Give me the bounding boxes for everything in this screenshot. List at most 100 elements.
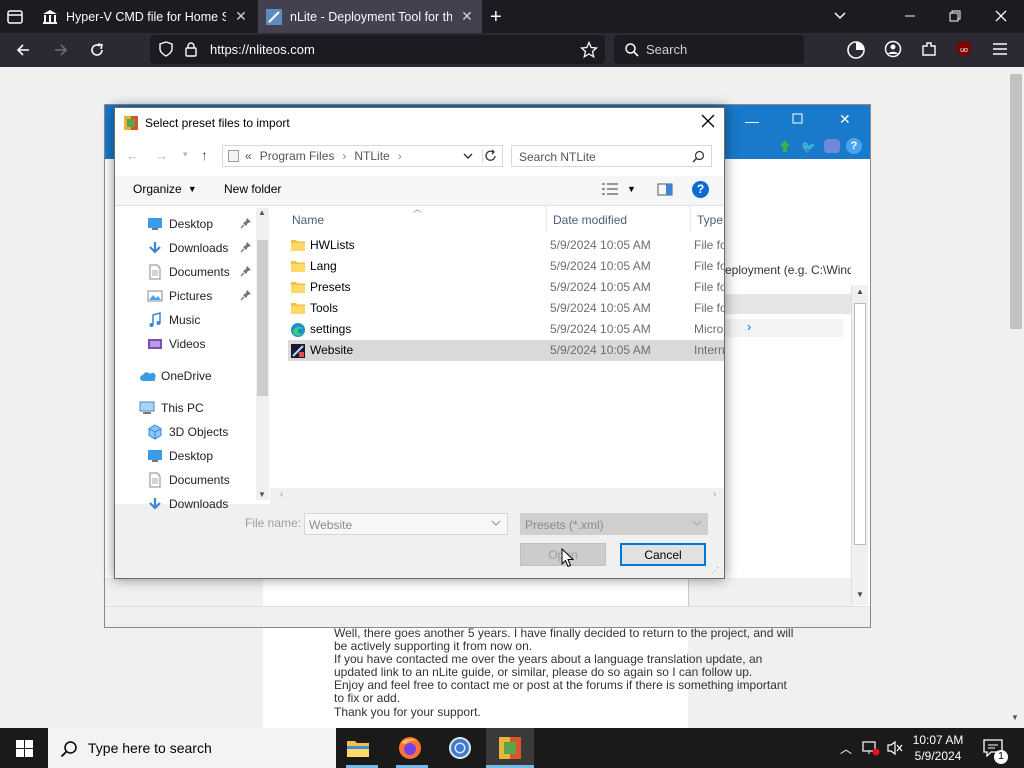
ntlite-scrollbar[interactable]: ▲ ▼: [851, 285, 868, 605]
expand-chevron-icon[interactable]: ›: [747, 319, 751, 334]
file-row[interactable]: Presets 5/9/2024 10:05 AM File fo: [288, 277, 724, 298]
ntlite-update-arrow-icon[interactable]: [779, 139, 791, 153]
firefox-icon[interactable]: [398, 736, 422, 760]
windows-start-icon[interactable]: [16, 740, 33, 757]
network-icon[interactable]: [862, 740, 880, 756]
breadcrumb-overflow[interactable]: «: [245, 149, 252, 163]
lock-icon[interactable]: [184, 41, 198, 57]
organize-button[interactable]: Organize ▼: [133, 182, 197, 196]
scroll-left-icon[interactable]: ‹: [280, 489, 283, 500]
resize-grip-icon[interactable]: ⋰: [711, 566, 719, 575]
close-tab-icon[interactable]: ✕: [234, 8, 248, 25]
file-row[interactable]: Website 5/9/2024 10:05 AM Intern: [288, 340, 724, 361]
cancel-button[interactable]: Cancel: [620, 543, 706, 566]
close-tab-icon[interactable]: ✕: [460, 8, 474, 25]
new-tab-icon[interactable]: +: [490, 6, 502, 29]
nav-item-onedrive[interactable]: OneDrive: [139, 364, 249, 388]
help-icon[interactable]: ?: [692, 181, 709, 198]
ntlite-maximize-icon[interactable]: [792, 113, 804, 125]
show-hidden-icons-icon[interactable]: ︿: [840, 740, 852, 757]
dialog-search-input[interactable]: Search NTLite: [511, 145, 712, 167]
back-icon[interactable]: [14, 41, 32, 59]
file-explorer-icon[interactable]: [346, 737, 370, 759]
breadcrumb-item[interactable]: NTLite: [354, 149, 389, 163]
help-icon[interactable]: ?: [846, 138, 862, 154]
file-type-select[interactable]: Presets (*.xml): [520, 513, 708, 535]
clock[interactable]: 10:07 AM 5/9/2024: [908, 732, 968, 764]
column-date-modified[interactable]: Date modified: [553, 213, 627, 227]
bookmark-star-icon[interactable]: [580, 41, 598, 59]
reload-icon[interactable]: [88, 41, 106, 59]
menu-icon[interactable]: [991, 41, 1009, 57]
nav-item-music[interactable]: Music: [147, 308, 257, 332]
page-scrollbar[interactable]: ▲ ▼: [1008, 67, 1024, 728]
file-row[interactable]: settings 5/9/2024 10:05 AM Micro: [288, 319, 724, 340]
up-folder-icon[interactable]: ↑: [201, 147, 208, 163]
nav-item-downloads[interactable]: Downloads: [147, 236, 257, 260]
file-name-input[interactable]: Website: [304, 513, 508, 535]
chrome-icon[interactable]: [448, 736, 472, 760]
page-scroll-thumb[interactable]: [1010, 74, 1022, 329]
url-bar[interactable]: https://nliteos.com: [150, 35, 605, 64]
address-row: ← → ▾ ↑ « Program Files › NTLite › Searc…: [115, 138, 724, 176]
nav-item-pictures[interactable]: Pictures: [147, 284, 257, 308]
column-type[interactable]: Type: [697, 213, 723, 227]
nav-scrollbar[interactable]: ▲ ▼: [256, 208, 269, 500]
refresh-icon[interactable]: [482, 149, 500, 163]
address-bar[interactable]: « Program Files › NTLite ›: [222, 145, 503, 167]
ublock-icon[interactable]: uo: [955, 40, 973, 58]
nav-item-this-pc[interactable]: This PC: [139, 396, 249, 420]
file-row[interactable]: Tools 5/9/2024 10:05 AM File fo: [288, 298, 724, 319]
ntlite-minimize-icon[interactable]: —: [745, 113, 759, 129]
list-tabs-icon[interactable]: [832, 8, 848, 24]
forward-icon[interactable]: [52, 41, 70, 59]
address-dropdown-icon[interactable]: [462, 150, 474, 162]
nav-item-documents[interactable]: Documents: [147, 468, 257, 492]
firefox-view-icon[interactable]: [6, 8, 24, 26]
file-row[interactable]: HWLists 5/9/2024 10:05 AM File fo: [288, 235, 724, 256]
scroll-down-icon[interactable]: ▼: [1011, 713, 1019, 722]
taskbar-search-box[interactable]: Type here to search: [48, 728, 336, 768]
twitter-icon[interactable]: 🐦: [801, 140, 816, 154]
back-icon[interactable]: ←: [126, 148, 139, 163]
scroll-right-icon[interactable]: ›: [713, 489, 716, 500]
breadcrumb-item[interactable]: Program Files: [260, 149, 335, 163]
tab-nlite[interactable]: nLite - Deployment Tool for the ✕: [258, 0, 482, 33]
volume-muted-icon[interactable]: [886, 740, 904, 756]
recent-locations-icon[interactable]: ▾: [183, 149, 188, 160]
scroll-down-icon[interactable]: ▼: [856, 590, 864, 599]
nav-item-desktop[interactable]: Desktop: [147, 212, 257, 236]
nav-item-desktop[interactable]: Desktop: [147, 444, 257, 468]
extensions-icon[interactable]: [920, 40, 938, 58]
nav-item-documents[interactable]: Documents: [147, 260, 257, 284]
close-window-icon[interactable]: [993, 8, 1009, 24]
extension-clock-icon[interactable]: [846, 40, 866, 60]
forward-icon[interactable]: →: [155, 148, 168, 163]
shield-icon[interactable]: [158, 41, 174, 57]
preview-pane-icon[interactable]: [657, 183, 673, 197]
restore-icon[interactable]: [947, 8, 963, 24]
tab-hyperv[interactable]: Hyper-V CMD file for Home SKU ✕: [34, 0, 256, 33]
account-icon[interactable]: [884, 40, 902, 58]
search-bar[interactable]: Search: [614, 35, 804, 64]
nav-item-downloads[interactable]: Downloads: [147, 492, 257, 516]
ntlite-taskbar-button[interactable]: [486, 728, 534, 768]
dialog-close-icon[interactable]: [701, 114, 715, 128]
nav-item-videos[interactable]: Videos: [147, 332, 257, 356]
nav-item-3d-objects[interactable]: 3D Objects: [147, 420, 257, 444]
new-folder-button[interactable]: New folder: [224, 182, 281, 196]
view-options-button[interactable]: ▼: [601, 182, 636, 196]
nav-scroll-thumb[interactable]: [257, 240, 268, 396]
column-name[interactable]: Name: [292, 213, 324, 227]
scroll-up-icon[interactable]: ▲: [856, 287, 864, 296]
scroll-up-icon[interactable]: ▲: [258, 208, 266, 217]
horizontal-scrollbar[interactable]: ‹ ›: [270, 488, 724, 504]
scroll-down-icon[interactable]: ▼: [258, 490, 266, 499]
file-row[interactable]: Lang 5/9/2024 10:05 AM File fo: [288, 256, 724, 277]
ntlite-scroll-thumb[interactable]: [854, 303, 866, 545]
minimize-icon[interactable]: [902, 8, 918, 24]
ntlite-close-icon[interactable]: ✕: [839, 111, 851, 128]
discord-icon[interactable]: [824, 139, 840, 153]
ntlite-list-row[interactable]: ›: [725, 319, 843, 337]
chevron-down-icon[interactable]: [491, 518, 501, 528]
